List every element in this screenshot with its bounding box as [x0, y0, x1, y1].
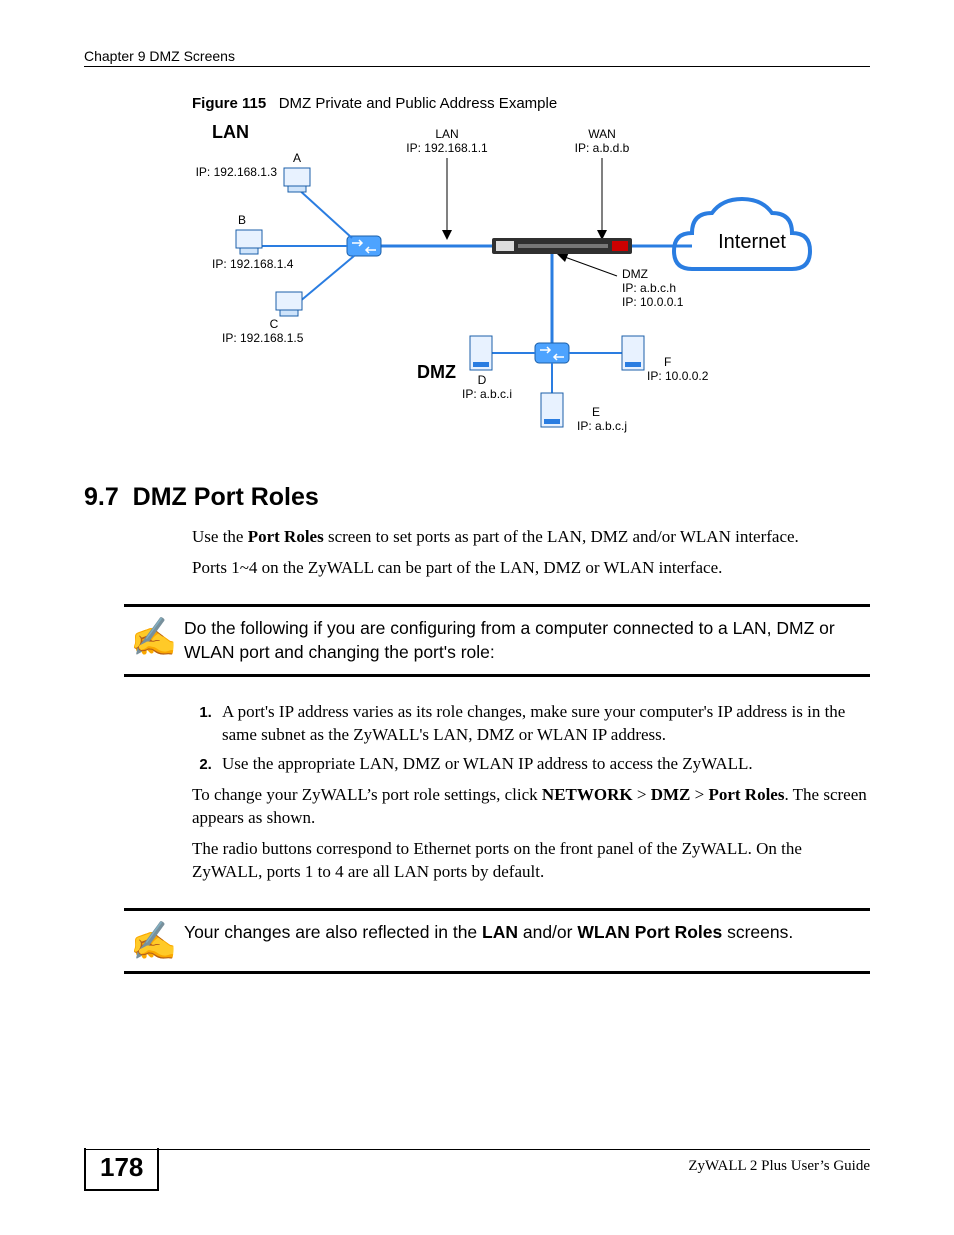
footer-guide: ZyWALL 2 Plus User’s Guide — [688, 1150, 870, 1175]
figure-block: Figure 115 DMZ Private and Public Addres… — [192, 95, 870, 453]
wan-if-name: WAN — [588, 127, 616, 141]
figure-caption: Figure 115 DMZ Private and Public Addres… — [192, 95, 870, 112]
dmz-if-ip2: IP: 10.0.0.1 — [622, 295, 684, 309]
section-title: DMZ Port Roles — [133, 483, 319, 511]
chapter-header: Chapter 9 DMZ Screens — [84, 48, 870, 67]
paragraph-4: The radio buttons correspond to Ethernet… — [192, 838, 870, 884]
paragraph-2: Ports 1~4 on the ZyWALL can be part of t… — [192, 557, 870, 580]
note-text-2: Your changes are also reflected in the L… — [184, 921, 870, 945]
dmz-switch-icon — [535, 343, 569, 363]
list-item: Use the appropriate LAN, DMZ or WLAN IP … — [216, 753, 870, 776]
section-heading: 9.7 DMZ Port Roles — [84, 483, 870, 512]
note-block-2: ✍ Your changes are also reflected in the… — [124, 908, 870, 974]
note-icon: ✍ — [124, 617, 184, 657]
firewall-device-icon — [492, 238, 632, 254]
lan-if-ip: IP: 192.168.1.1 — [406, 141, 488, 155]
server-e-icon — [541, 393, 563, 427]
note-block-1: ✍ Do the following if you are configurin… — [124, 604, 870, 677]
list-item: A port's IP address varies as its role c… — [216, 701, 870, 747]
pc-a-icon — [284, 168, 310, 192]
dmz-group-label: DMZ — [417, 362, 456, 382]
page-number: 178 — [84, 1148, 159, 1191]
figure-number: Figure 115 — [192, 95, 266, 112]
pc-c-ip: IP: 192.168.1.5 — [222, 331, 304, 345]
server-d-icon — [470, 336, 492, 370]
note-text-1: Do the following if you are configuring … — [184, 617, 870, 664]
server-f-name: F — [664, 355, 671, 369]
server-e-ip: IP: a.b.c.j — [577, 419, 627, 433]
wan-if-ip: IP: a.b.d.b — [575, 141, 630, 155]
pc-c-icon — [276, 292, 302, 316]
pc-c-name: C — [270, 317, 279, 331]
internet-label: Internet — [718, 231, 786, 253]
server-d-name: D — [478, 373, 487, 387]
lan-group-label: LAN — [212, 122, 249, 142]
dmz-if-ip1: IP: a.b.c.h — [622, 281, 676, 295]
lan-if-name: LAN — [435, 127, 458, 141]
pc-a-ip: IP: 192.168.1.3 — [196, 165, 278, 179]
lan-switch-icon — [347, 236, 381, 256]
server-f-icon — [622, 336, 644, 370]
server-f-ip: IP: 10.0.0.2 — [647, 369, 709, 383]
paragraph-3: To change your ZyWALL’s port role settin… — [192, 784, 870, 830]
pc-b-name: B — [238, 213, 246, 227]
note-icon: ✍ — [124, 921, 184, 961]
figure-title: DMZ Private and Public Address Example — [279, 95, 557, 112]
numbered-list: A port's IP address varies as its role c… — [192, 701, 870, 776]
network-diagram: LAN DMZ LAN IP: 192.168.1.1 WAN IP: a.b.… — [192, 118, 832, 448]
paragraph-1: Use the Port Roles screen to set ports a… — [192, 526, 870, 549]
server-e-name: E — [592, 405, 600, 419]
server-d-ip: IP: a.b.c.i — [462, 387, 512, 401]
page-footer: 178 ZyWALL 2 Plus User’s Guide — [84, 1149, 870, 1191]
pc-b-icon — [236, 230, 262, 254]
pc-b-ip: IP: 192.168.1.4 — [212, 257, 294, 271]
dmz-if-name: DMZ — [622, 267, 648, 281]
internet-cloud-icon: Internet — [674, 199, 810, 269]
pc-a-name: A — [293, 151, 301, 165]
section-number: 9.7 — [84, 483, 119, 511]
